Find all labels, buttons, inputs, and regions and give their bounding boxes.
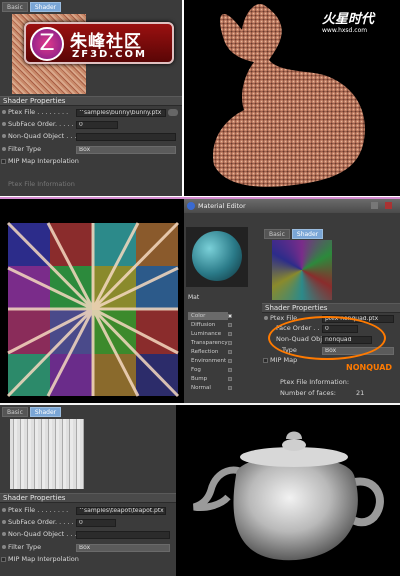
nonquad-annotation: NONQUAD — [346, 363, 393, 372]
bottom-attribute-panel: Basic Shader Shader Properties Ptex File… — [0, 405, 176, 576]
channel-luminance[interactable]: Luminance — [188, 330, 232, 338]
preview-sphere — [192, 231, 242, 281]
animate-dot-icon[interactable] — [2, 110, 6, 114]
texture-preview — [10, 419, 84, 489]
mip-map-checkbox[interactable] — [263, 357, 268, 363]
texture-thumbnail — [272, 240, 332, 300]
non-quad-label: Non-Quad Object . . . . — [8, 530, 81, 538]
ptex-file-field[interactable]: ^samples\teapot\teapot.ptx — [76, 506, 166, 515]
ptex-file-label: Ptex File . . . . . . . . — [8, 108, 69, 116]
face-count-value: 21 — [356, 389, 365, 397]
shader-properties-header: Shader Properties — [0, 96, 182, 106]
tab-shader[interactable]: Shader — [29, 407, 62, 417]
mip-map-checkbox[interactable] — [1, 158, 6, 164]
face-count-label: Number of faces: — [280, 389, 336, 397]
ptex-file-field[interactable]: ^samples\bunny\bunny.ptx — [76, 108, 166, 117]
browse-button[interactable] — [168, 109, 178, 116]
channel-transparency[interactable]: Transparency — [188, 339, 232, 347]
logo-emblem-icon: Z — [30, 27, 64, 61]
teapot-model — [192, 431, 384, 561]
attribute-area: Basic Shader Shader Properties Ptex File… — [262, 227, 400, 403]
material-editor-window: Material Editor Mat Color Diffusion Lumi… — [184, 199, 400, 403]
animate-dot-icon[interactable] — [2, 508, 6, 512]
animate-dot-icon[interactable] — [2, 545, 6, 549]
app-icon — [187, 202, 195, 210]
subface-order-input[interactable]: 0 — [76, 120, 118, 129]
material-name: Mat — [188, 294, 200, 301]
ptex-file-row: Ptex File . . . . . . . . ^samples\bunny… — [0, 108, 182, 117]
tab-basic[interactable]: Basic — [2, 407, 28, 417]
shader-properties-header: Shader Properties — [0, 493, 176, 503]
animate-dot-icon[interactable] — [2, 134, 6, 138]
subface-order-label: SubFace Order. . . . . . — [8, 518, 78, 526]
middle-tabs: Basic Shader — [264, 229, 324, 239]
ptex-file-row: Ptex File . . . . . . . . ^samples\teapo… — [0, 506, 176, 515]
mip-map-checkbox[interactable] — [1, 556, 6, 562]
ptex-starburst-render — [0, 199, 184, 403]
tab-shader[interactable]: Shader — [29, 2, 62, 12]
bottom-tabs: Basic Shader — [2, 407, 62, 417]
shader-properties-header: Shader Properties — [262, 303, 400, 313]
filter-type-label: Filter Type — [8, 145, 42, 153]
channel-list: Color Diffusion Luminance Transparency R… — [186, 312, 238, 403]
channel-environment[interactable]: Environment — [188, 357, 232, 365]
animate-dot-icon[interactable] — [264, 316, 268, 320]
minimize-button[interactable] — [371, 202, 378, 209]
tab-basic[interactable]: Basic — [264, 229, 290, 239]
mip-map-label: MIP Map Interpolation — [8, 555, 79, 563]
filter-type-label: Filter Type — [8, 543, 42, 551]
ptex-info-title: Ptex File Information: — [280, 378, 350, 386]
subface-order-label: SubFace Order. . . . . . — [8, 120, 78, 128]
logo-english-text: ZF3D.COM — [72, 49, 147, 60]
tab-shader[interactable]: Shader — [291, 229, 324, 239]
channel-bump[interactable]: Bump — [188, 375, 232, 383]
non-quad-field[interactable] — [76, 132, 176, 141]
mip-map-row: MIP Map Interpolation — [0, 555, 176, 564]
ptex-file-label: Ptex File . . . . . . . . — [8, 506, 69, 514]
ptex-info-hint: Ptex File Information — [8, 180, 75, 188]
filter-type-select[interactable]: Box — [76, 543, 170, 552]
animate-dot-icon[interactable] — [2, 532, 6, 536]
mip-map-label: MIP Map — [270, 356, 298, 364]
nonquad-plane-model — [6, 221, 180, 398]
close-button[interactable] — [385, 202, 392, 209]
non-quad-row: Non-Quad Object . . . . — [0, 132, 182, 141]
channel-color[interactable]: Color — [188, 312, 232, 320]
bunny-render: 火星时代 www.hxsd.com — [184, 0, 400, 196]
window-title-bar: Material Editor — [184, 199, 400, 213]
channel-fog[interactable]: Fog — [188, 366, 232, 374]
animate-dot-icon[interactable] — [2, 147, 6, 151]
animate-dot-icon[interactable] — [2, 520, 6, 524]
zf3d-logo: Z 朱峰社区 ZF3D.COM — [24, 22, 174, 64]
tab-basic[interactable]: Basic — [2, 2, 28, 12]
nonquad-highlight-ellipse — [268, 316, 386, 360]
teapot-render — [176, 405, 400, 576]
subface-order-row: SubFace Order. . . . . . 0 — [0, 518, 176, 527]
mip-map-row: MIP Map Interpolation — [0, 157, 182, 166]
channel-normal[interactable]: Normal — [188, 384, 232, 392]
filter-type-row: Filter Type Box — [0, 543, 176, 552]
non-quad-row: Non-Quad Object . . . . — [0, 530, 176, 539]
bunny-model — [213, 4, 365, 187]
subface-order-input[interactable]: 0 — [76, 518, 116, 527]
channel-diffusion[interactable]: Diffusion — [188, 321, 232, 329]
channel-reflection[interactable]: Reflection — [188, 348, 232, 356]
filter-type-row: Filter Type Box — [0, 145, 182, 154]
non-quad-label: Non-Quad Object . . . . — [8, 132, 81, 140]
filter-type-select[interactable]: Box — [76, 145, 176, 154]
animate-dot-icon[interactable] — [2, 122, 6, 126]
window-title: Material Editor — [198, 202, 246, 210]
top-tabs: Basic Shader — [2, 2, 62, 12]
material-preview — [186, 227, 248, 287]
mip-map-label: MIP Map Interpolation — [8, 157, 79, 165]
subface-order-row: SubFace Order. . . . . . 0 — [0, 120, 182, 129]
non-quad-field[interactable] — [76, 530, 170, 539]
